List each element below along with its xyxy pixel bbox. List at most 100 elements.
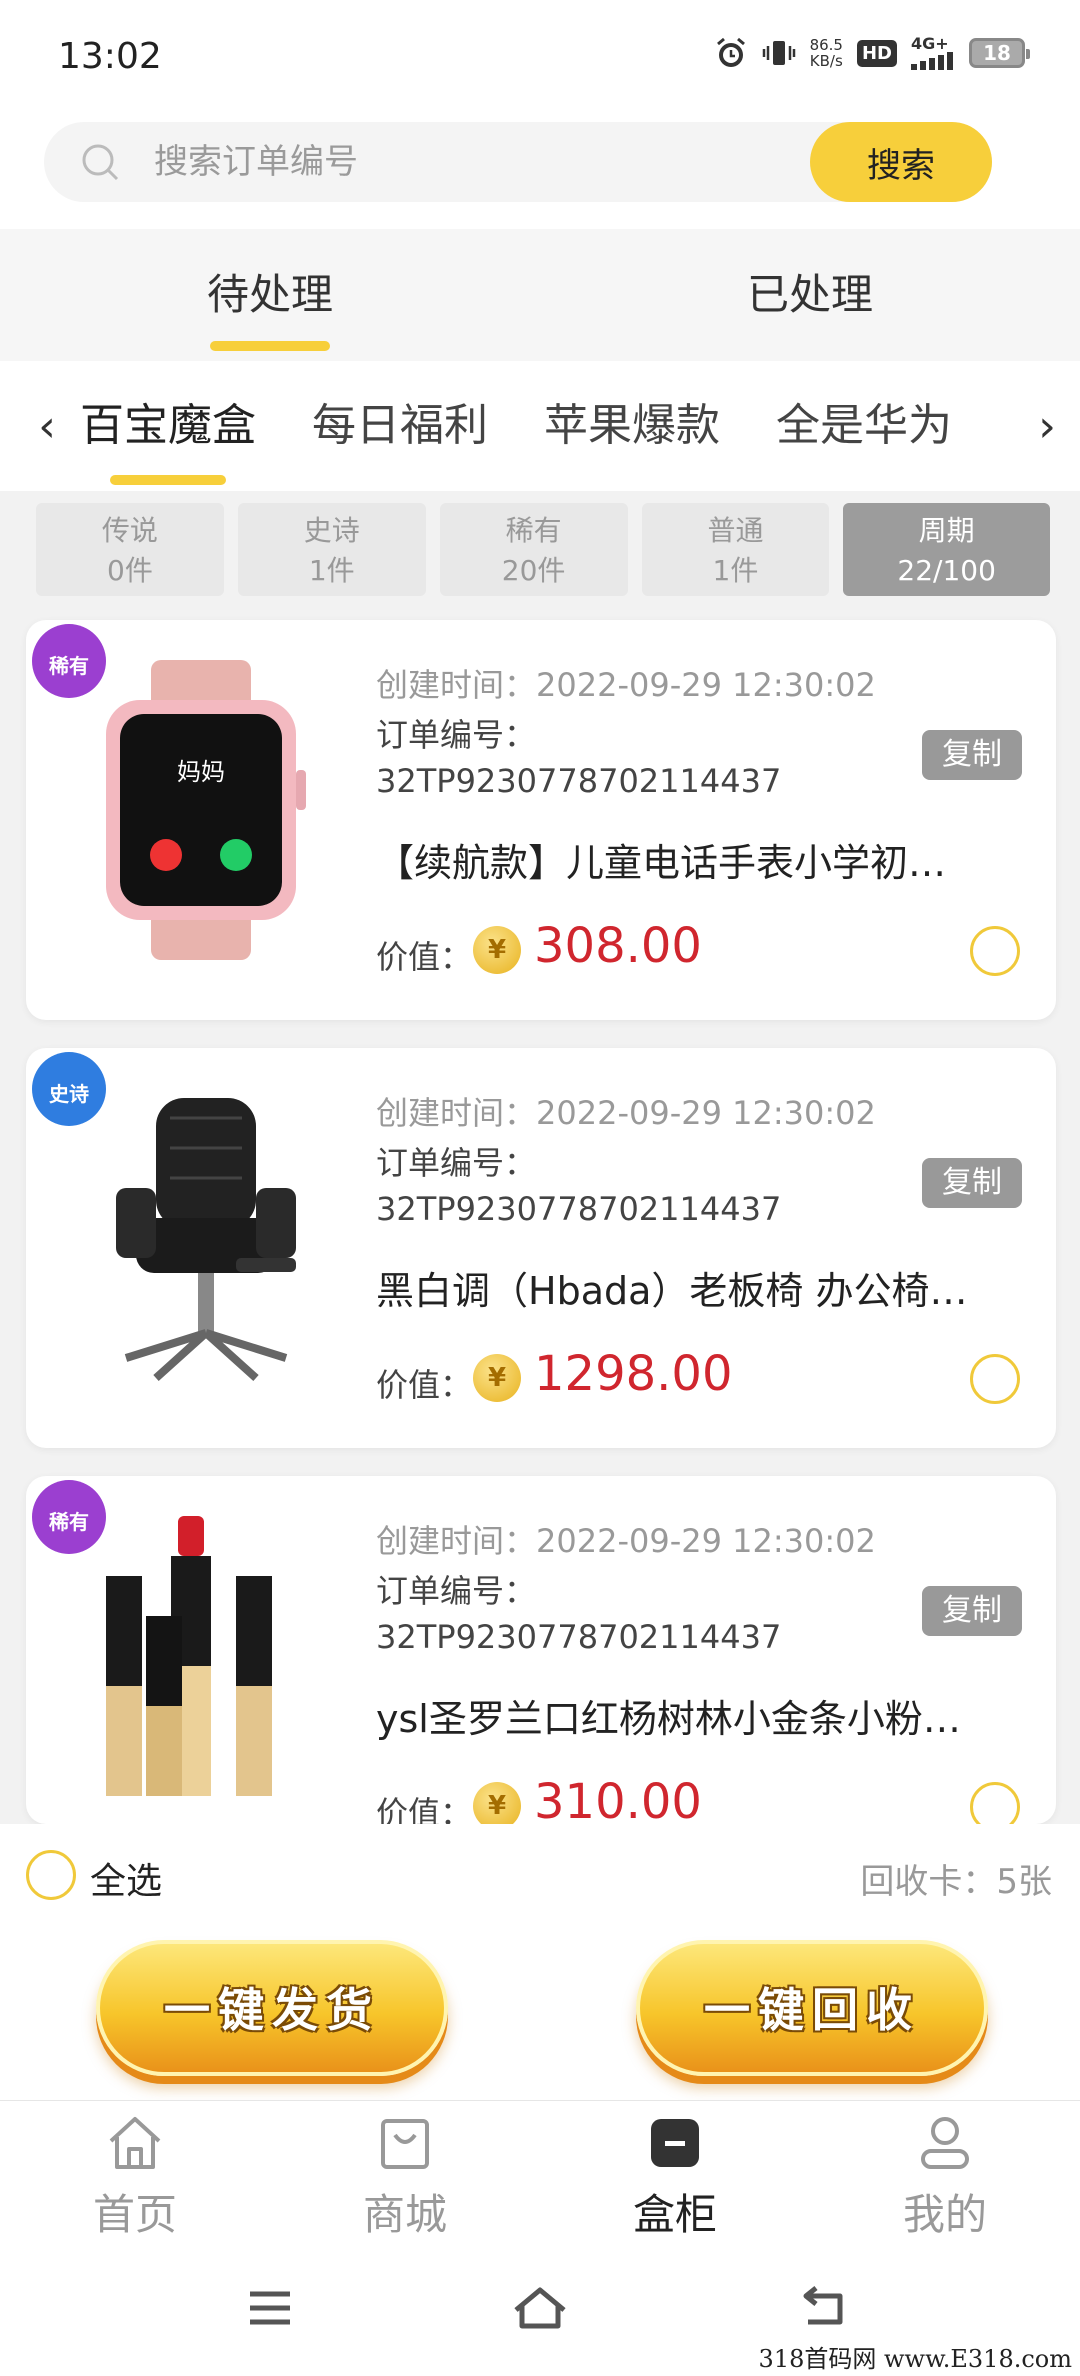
rarity-count: 1件 xyxy=(712,554,759,587)
select-checkbox[interactable] xyxy=(970,926,1020,976)
nav-label: 盒柜 xyxy=(632,2190,717,2239)
nav-label: 商城 xyxy=(362,2190,447,2239)
order-no-label: 订单编号： xyxy=(376,1144,537,1182)
category-item[interactable]: 每日福利 xyxy=(312,361,488,491)
bottom-nav: 首页 商城 盒柜 我的 xyxy=(0,2100,1080,2240)
value-label: 价值： xyxy=(376,1366,473,1404)
action-bar: 一键发货 一键回收 xyxy=(0,1924,1080,2100)
rarity-filter-epic[interactable]: 史诗 1件 xyxy=(237,503,426,596)
rarity-count: 0件 xyxy=(107,554,153,587)
category-prev-arrow[interactable]: ‹ xyxy=(32,401,62,452)
category-next-arrow[interactable]: › xyxy=(1032,401,1062,452)
copy-button[interactable]: 复制 xyxy=(922,1586,1022,1636)
copy-button[interactable]: 复制 xyxy=(922,1158,1022,1208)
recycle-all-label: 一键回收 xyxy=(704,1983,920,2037)
rarity-filter-normal[interactable]: 普通 1件 xyxy=(641,503,830,596)
nav-mall[interactable]: 商城 xyxy=(270,2101,540,2240)
search-input[interactable] xyxy=(154,122,834,202)
order-card[interactable]: 稀有 创建时间：2022-09-29 12:30:02 订单编号： 32TP92… xyxy=(26,1476,1056,1824)
created-time: 创建时间：2022-09-29 12:30:02 xyxy=(376,666,876,704)
price: 308.00 xyxy=(534,918,702,974)
order-no-label: 订单编号： xyxy=(376,1572,537,1610)
watch-screen-text: 妈妈 xyxy=(177,758,225,786)
bag-icon xyxy=(381,2119,429,2169)
rarity-name: 普通 xyxy=(707,514,764,547)
product-title: 黑白调（Hbada）老板椅 办公椅… xyxy=(376,1269,968,1313)
network-type: 4G+ xyxy=(911,34,949,53)
nav-label: 我的 xyxy=(902,2190,987,2239)
select-all-checkbox[interactable] xyxy=(26,1850,76,1900)
back-icon[interactable] xyxy=(794,2278,854,2338)
product-title: ysl圣罗兰口红杨树林小金条小粉… xyxy=(376,1697,961,1741)
coin-icon: ¥ xyxy=(473,926,521,974)
box-icon xyxy=(651,2119,699,2167)
select-checkbox[interactable] xyxy=(970,1782,1020,1824)
home-icon xyxy=(109,2117,161,2169)
watermark: 318首码网 www.E318.com xyxy=(758,2345,1072,2373)
ship-all-button[interactable]: 一键发货 xyxy=(96,1940,448,2076)
category-item[interactable]: 百宝魔盒 xyxy=(80,361,256,491)
user-icon xyxy=(921,2117,969,2169)
speed-unit: KB/s xyxy=(809,52,843,70)
product-image-chair xyxy=(116,1098,296,1381)
product-title: 【续航款】儿童电话手表小学初… xyxy=(376,841,947,885)
order-card[interactable]: 稀有 妈妈 创建时间：2022-09-29 12:30:02 订单编号： 32T… xyxy=(26,620,1056,1020)
alarm-icon xyxy=(716,37,745,67)
search-box: 搜索 xyxy=(44,122,992,202)
search-bar: 搜索 xyxy=(0,115,1080,229)
vibrate-icon xyxy=(762,41,795,65)
battery-indicator: 18 xyxy=(969,38,1030,68)
rarity-count: 22/100 xyxy=(897,554,996,587)
nav-home[interactable]: 首页 xyxy=(0,2101,270,2240)
category-item[interactable]: 全是华为 xyxy=(776,361,952,491)
rarity-name: 稀有 xyxy=(505,514,562,547)
signal-indicator: 4G+ xyxy=(911,36,955,70)
category-bar: ‹ 百宝魔盒 每日福利 苹果爆款 全是华为 › xyxy=(0,361,1080,491)
recycle-card-count: 回收卡：5张 xyxy=(860,1862,1052,1902)
rarity-name: 史诗 xyxy=(303,514,360,547)
created-time: 创建时间：2022-09-29 12:30:02 xyxy=(376,1094,876,1132)
network-speed: 86.5 KB/s xyxy=(810,37,843,69)
order-no-label: 订单编号： xyxy=(376,716,537,754)
select-all-bar: 全选 回收卡：5张 xyxy=(0,1824,1080,1924)
rarity-filter-cycle[interactable]: 周期 22/100 xyxy=(843,503,1050,596)
menu-icon[interactable] xyxy=(240,2278,300,2338)
order-no: 32TP9230778702114437 xyxy=(376,1618,782,1656)
home-system-icon[interactable] xyxy=(510,2278,570,2338)
category-item[interactable]: 苹果爆款 xyxy=(544,361,720,491)
rarity-count: 20件 xyxy=(501,554,566,587)
value-label: 价值： xyxy=(376,938,473,976)
select-checkbox[interactable] xyxy=(970,1354,1020,1404)
price: 310.00 xyxy=(534,1774,702,1824)
rarity-count: 1件 xyxy=(308,554,355,587)
tab-processed[interactable]: 已处理 xyxy=(540,229,1080,361)
main-tabs: 待处理 已处理 xyxy=(0,229,1080,361)
price: 1298.00 xyxy=(534,1346,733,1402)
speed-value: 86.5 xyxy=(809,36,843,54)
tab-pending[interactable]: 待处理 xyxy=(0,229,540,361)
copy-button[interactable]: 复制 xyxy=(922,730,1022,780)
search-icon xyxy=(82,144,119,181)
search-button[interactable]: 搜索 xyxy=(810,122,992,202)
order-no: 32TP9230778702114437 xyxy=(376,1190,782,1228)
category-list: 百宝魔盒 每日福利 苹果爆款 全是华为 xyxy=(80,361,1030,491)
coin-icon: ¥ xyxy=(473,1782,521,1824)
status-icons: 86.5 KB/s HD 4G+ 18 xyxy=(714,36,1030,70)
rarity-filter: 传说 0件 史诗 1件 稀有 20件 普通 1件 周期 22/100 xyxy=(36,503,1050,596)
rarity-name: 周期 xyxy=(918,514,975,547)
status-bar: 13:02 86.5 KB/s HD 4G+ 18 xyxy=(0,0,1080,115)
coin-icon: ¥ xyxy=(473,1354,521,1402)
hd-badge: HD xyxy=(856,39,897,67)
order-card[interactable]: 史诗 创建时间：2022-09-29 12:30:02 订单编号： 32TP92… xyxy=(26,1048,1056,1448)
order-no: 32TP9230778702114437 xyxy=(376,762,782,800)
ship-all-label: 一键发货 xyxy=(164,1983,380,2037)
select-all-label[interactable]: 全选 xyxy=(90,1852,162,1904)
nav-mine[interactable]: 我的 xyxy=(810,2101,1080,2240)
created-time: 创建时间：2022-09-29 12:30:02 xyxy=(376,1522,876,1560)
rarity-filter-legend[interactable]: 传说 0件 xyxy=(36,503,224,596)
nav-box-cabinet[interactable]: 盒柜 xyxy=(540,2101,810,2240)
system-nav-bar: 318首码网 www.E318.com xyxy=(0,2240,1080,2376)
product-image-lipstick xyxy=(106,1516,272,1796)
rarity-filter-rare[interactable]: 稀有 20件 xyxy=(439,503,628,596)
recycle-all-button[interactable]: 一键回收 xyxy=(636,1940,988,2076)
